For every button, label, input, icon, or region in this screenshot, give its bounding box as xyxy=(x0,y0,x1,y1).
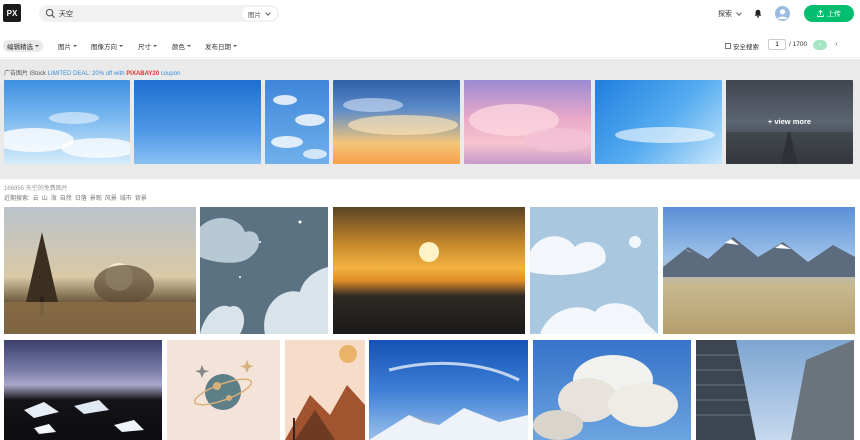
cloud-illustration-graphic xyxy=(200,217,328,334)
photo-snowy-mountain[interactable] xyxy=(369,340,528,440)
related-tag[interactable]: 日落 xyxy=(75,193,87,202)
sponsored-thumbnail[interactable] xyxy=(134,80,261,164)
photo-cloud-illustration[interactable] xyxy=(200,207,328,334)
skyscraper-graphic xyxy=(696,340,854,440)
search-input[interactable] xyxy=(59,7,239,20)
clouds-graphic xyxy=(4,112,130,158)
sponsored-thumbnail[interactable] xyxy=(4,80,130,164)
prev-page-button[interactable]: ‹ xyxy=(813,39,828,50)
safe-search-toggle[interactable]: 安全搜索 xyxy=(725,41,759,51)
ad-deal: LIMITED DEAL: 20% off with xyxy=(47,71,127,77)
related-tag[interactable]: 海 xyxy=(51,193,57,202)
sponsored-view-more[interactable]: + view more xyxy=(726,80,853,164)
photo-boho-landscape[interactable] xyxy=(285,340,365,440)
caret-down-icon xyxy=(35,45,39,47)
related-tag[interactable]: 风景 xyxy=(105,193,117,202)
photo-mountains-desert[interactable] xyxy=(663,207,855,334)
boho-graphic xyxy=(285,345,365,440)
related-tag[interactable]: 城市 xyxy=(120,193,132,202)
caret-down-icon xyxy=(187,45,191,47)
caret-down-icon xyxy=(73,45,77,47)
related-searches: 近期搜索: 云 山 海 自然 日落 景观 风景 城市 背景 xyxy=(4,193,147,202)
top-header: PX 图片 探索 上传 xyxy=(0,0,860,28)
pixabay-logo[interactable]: PX xyxy=(3,4,21,22)
photo-sea-sunset[interactable] xyxy=(333,207,525,334)
filter-color[interactable]: 颜色 xyxy=(168,40,195,52)
filter-media-type[interactable]: 图片 xyxy=(54,40,81,52)
caret-down-icon xyxy=(119,45,123,47)
cumulus-graphic xyxy=(533,355,678,440)
photo-tree-sunrise[interactable] xyxy=(4,207,196,334)
page-number-input[interactable] xyxy=(768,39,786,50)
filter-label: 图像方向 xyxy=(91,44,117,51)
clouds-graphic xyxy=(271,95,327,159)
ice-graphic xyxy=(24,400,144,434)
related-tag[interactable]: 景观 xyxy=(90,193,102,202)
search-icon[interactable] xyxy=(45,8,56,19)
photo-cumulus-clouds[interactable] xyxy=(533,340,691,440)
search-bar[interactable]: 图片 xyxy=(39,5,279,22)
explore-menu[interactable]: 探索 xyxy=(718,9,742,19)
ad-suffix: coupon xyxy=(159,71,181,77)
sunset-clouds-graphic xyxy=(343,98,458,135)
chevron-down-icon xyxy=(736,10,742,16)
sponsored-thumbnail[interactable] xyxy=(595,80,722,164)
next-page-button[interactable]: › xyxy=(835,41,837,48)
avatar[interactable] xyxy=(775,6,790,21)
filter-label: 编辑精选 xyxy=(7,44,33,51)
sun-graphic xyxy=(419,242,439,262)
related-tag[interactable]: 山 xyxy=(42,193,48,202)
filter-editors-choice[interactable]: 编辑精选 xyxy=(3,40,43,52)
caret-down-icon xyxy=(233,45,237,47)
sponsored-thumbnail[interactable] xyxy=(333,80,460,164)
filter-size[interactable]: 尺寸 xyxy=(134,40,161,52)
bell-icon[interactable] xyxy=(754,9,762,18)
pink-clouds-graphic xyxy=(469,104,591,152)
user-avatar-icon xyxy=(775,6,790,21)
caret-down-icon xyxy=(153,45,157,47)
cloud-illustration-graphic xyxy=(530,236,658,334)
sponsored-banner-text[interactable]: 广告图片 iStock LIMITED DEAL: 20% off with P… xyxy=(4,68,180,77)
filter-label: 颜色 xyxy=(172,44,185,51)
filter-orientation[interactable]: 图像方向 xyxy=(87,40,127,52)
related-tag[interactable]: 背景 xyxy=(135,193,147,202)
mountains-graphic xyxy=(663,237,855,277)
ad-coupon-code: PIXABAY20 xyxy=(126,71,160,77)
sponsored-thumbnail[interactable] xyxy=(265,80,329,164)
photo-ice-beach[interactable] xyxy=(4,340,162,440)
snowy-mountain-graphic xyxy=(369,361,528,440)
explore-label: 探索 xyxy=(718,11,732,18)
filter-label: 图片 xyxy=(58,44,71,51)
results-count: 166955 天空的免费图片 xyxy=(4,186,68,192)
search-type-label: 图片 xyxy=(248,11,261,19)
view-more-label: + view more xyxy=(767,117,812,126)
related-tag[interactable]: 自然 xyxy=(60,193,72,202)
pagination: / 1700 ‹ › xyxy=(768,39,837,50)
sponsored-thumbnail[interactable] xyxy=(464,80,591,164)
photo-skyscrapers[interactable] xyxy=(696,340,854,440)
related-label: 近期搜索: xyxy=(4,196,30,202)
filter-label: 尺寸 xyxy=(138,44,151,51)
photo-planet-illustration[interactable] xyxy=(167,340,280,440)
related-tag[interactable]: 云 xyxy=(33,193,39,202)
tree-graphic xyxy=(4,232,196,334)
chevron-down-icon xyxy=(265,9,271,16)
safe-search-label: 安全搜索 xyxy=(733,44,759,51)
upload-icon xyxy=(817,10,824,17)
search-type-dropdown[interactable]: 图片 xyxy=(242,7,277,20)
filter-label: 发布日期 xyxy=(205,44,231,51)
safe-search-checkbox[interactable] xyxy=(725,43,731,49)
upload-button[interactable]: 上传 xyxy=(804,5,854,22)
planet-graphic xyxy=(193,360,254,410)
ad-prefix: 广告图片 iStock xyxy=(4,71,48,77)
filter-publish-date[interactable]: 发布日期 xyxy=(201,40,241,52)
total-pages: / 1700 xyxy=(789,41,808,48)
photo-cloud-illustration[interactable] xyxy=(530,207,658,334)
clouds-graphic xyxy=(615,127,715,143)
upload-label: 上传 xyxy=(827,10,841,18)
